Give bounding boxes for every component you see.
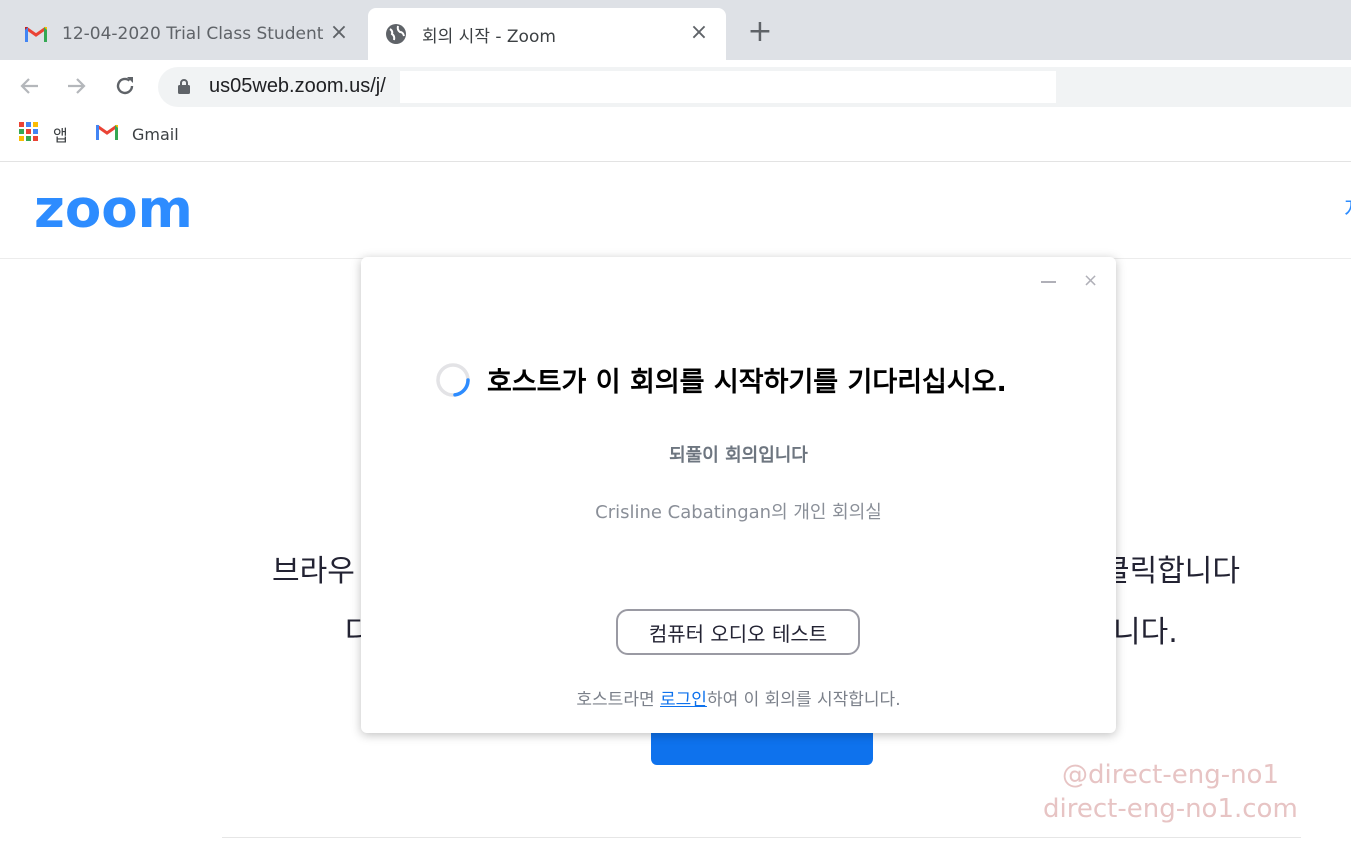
loading-spinner-icon [435, 362, 471, 398]
bookmark-label: 앱 [53, 126, 68, 145]
meeting-room-name: Crisline Cabatingan의 개인 회의실 [595, 502, 882, 523]
globe-icon [384, 22, 408, 46]
new-tab-button[interactable]: + [745, 17, 775, 47]
close-icon[interactable]: × [1083, 272, 1098, 290]
footer-prefix: 호스트라면 [576, 690, 661, 710]
header-link-partial[interactable]: 지 [1344, 192, 1351, 224]
meeting-topic: 되풀이 회의입니다 [669, 445, 808, 466]
url-text: us05web.zoom.us/j/ [209, 75, 386, 97]
tab-gmail-trial-class[interactable]: 12-04-2020 Trial Class Student / × [0, 8, 366, 60]
forward-arrow-icon[interactable] [61, 70, 93, 102]
watermark-site: direct-eng-no1.com [1043, 794, 1298, 824]
bookmarks-bar: 앱 Gmail [0, 112, 1351, 162]
background-text-line1-left: 브라우 [272, 554, 355, 589]
minimize-icon[interactable] [1041, 274, 1057, 290]
bookmark-gmail[interactable]: Gmail [96, 122, 179, 146]
gmail-icon [96, 124, 118, 144]
bookmark-apps[interactable]: 앱 [19, 122, 68, 146]
tab-title: 회의 시작 - Zoom [422, 26, 556, 47]
test-computer-audio-button[interactable]: 컴퓨터 오디오 테스트 [616, 609, 860, 655]
bookmark-label: Gmail [132, 124, 179, 144]
reload-icon[interactable] [109, 70, 141, 102]
dialog-title: 호스트가 이 회의를 시작하기를 기다리십시오. [487, 367, 1007, 398]
host-login-note: 호스트라면 로그인하여 이 회의를 시작합니다. [361, 685, 1116, 710]
address-bar[interactable]: us05web.zoom.us/j/ [158, 67, 1351, 107]
divider [222, 837, 1301, 838]
browser-toolbar: us05web.zoom.us/j/ [0, 60, 1351, 112]
apps-grid-icon [19, 122, 39, 146]
gmail-icon [24, 22, 48, 46]
browser-tab-strip: 12-04-2020 Trial Class Student / × 회의 시작… [0, 0, 1351, 60]
zoom-logo[interactable]: zoom [34, 180, 193, 240]
back-arrow-icon[interactable] [13, 70, 45, 102]
background-text-line1-right: 클릭합니다 [1102, 554, 1240, 589]
waiting-for-host-dialog: × 호스트가 이 회의를 시작하기를 기다리십시오. 되풀이 회의입니다 Cri… [361, 257, 1116, 733]
tab-zoom-meeting[interactable]: 회의 시작 - Zoom × [368, 8, 726, 60]
close-tab-icon[interactable]: × [688, 22, 710, 44]
tab-title: 12-04-2020 Trial Class Student / [62, 24, 328, 44]
zoom-page-header [0, 162, 1351, 259]
address-selection-box [400, 71, 1056, 103]
close-tab-icon[interactable]: × [328, 22, 350, 44]
login-link[interactable]: 로그인 [660, 690, 707, 710]
watermark-handle: @direct-eng-no1 [1062, 760, 1280, 790]
background-text-line2-right: 니다. [1113, 615, 1178, 650]
lock-icon [178, 79, 190, 98]
footer-suffix: 하여 이 회의를 시작합니다. [706, 690, 901, 710]
